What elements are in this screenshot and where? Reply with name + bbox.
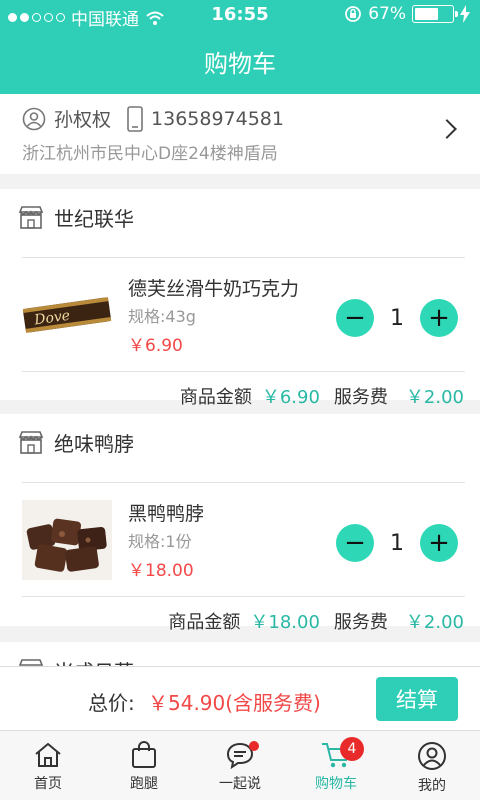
quantity-stepper: − 1 + [336,524,458,562]
product-price: ￥18.00 [128,561,194,581]
divider [22,482,465,483]
goods-amount-label: 商品金额 [179,387,252,408]
notification-dot [249,741,259,751]
cart-count-badge: 4 [340,737,364,761]
divider [22,371,465,372]
chevron-right-icon[interactable] [437,119,457,139]
service-fee-label: 服务费 [333,612,388,633]
quantity-stepper: − 1 + [336,299,458,337]
store-icon [18,658,44,666]
tab-bar: 首页 跑腿 一起说 4 购物车 我的 [0,730,480,800]
product-spec: 规格:43g [128,307,196,326]
store-icon [18,205,44,229]
battery-percent: 67% [368,4,406,24]
divider [22,257,465,258]
phone-icon [127,105,143,132]
goods-amount: ￥6.90 [261,387,320,408]
tab-errand[interactable]: 跑腿 [96,731,192,800]
tab-profile[interactable]: 我的 [384,731,480,800]
shop-name: 世纪联华 [54,207,134,231]
increase-button[interactable]: + [420,524,458,562]
product-image[interactable] [22,500,112,580]
checkout-bar: 总价: ￥54.90(含服务费) 结算 [0,666,480,730]
product-price: ￥6.90 [128,336,183,356]
status-bar: 中国联通 16:55 67% [0,0,480,30]
checkout-button[interactable]: 结算 [376,677,458,721]
tab-label: 跑腿 [130,776,158,792]
total-label: 总价: [88,691,135,715]
total-amount: ￥54.90(含服务费) [148,691,321,715]
service-fee: ￥2.00 [405,387,464,408]
store-icon [18,430,44,454]
user-icon [22,107,46,130]
tab-home[interactable]: 首页 [0,731,96,800]
shop-card: 世纪联华 Dove 德芙丝滑牛奶巧克力 规格:43g ￥6.90 − 1 + 商… [0,189,480,408]
page-title: 购物车 [204,50,276,78]
increase-button[interactable]: + [420,299,458,337]
tab-chat[interactable]: 一起说 [192,731,288,800]
shop-name: 米成日草 [54,656,134,666]
service-fee: ￥2.00 [405,612,464,633]
product-name[interactable]: 黑鸭鸭脖 [128,499,204,526]
charging-icon [460,5,470,23]
tab-label: 我的 [418,778,446,794]
home-icon [35,742,61,767]
quantity-value: 1 [390,305,404,331]
recipient-name: 孙权权 [54,109,112,131]
goods-amount-label: 商品金额 [168,612,241,633]
product-image[interactable]: Dove [22,275,112,355]
product-spec: 规格:1份 [128,532,192,551]
tab-label: 购物车 [315,776,357,792]
service-fee-label: 服务费 [333,387,388,408]
shop-card: 绝味鸭脖 黑鸭鸭脖 规格:1份 ￥18.00 − 1 + 商品金额 ￥18.00… [0,414,480,633]
recipient-phone: 13658974581 [151,107,284,130]
decrease-button[interactable]: − [336,524,374,562]
battery-icon [412,5,458,23]
goods-amount: ￥18.00 [250,612,320,633]
tab-cart[interactable]: 4 购物车 [288,731,384,800]
address-card[interactable]: 孙权权 13658974581 浙江杭州市民中心D座24楼神盾局 [0,94,480,174]
divider [22,596,465,597]
top-bar: 中国联通 16:55 67% 购物车 [0,0,480,94]
tab-label: 首页 [34,776,62,792]
shop-name: 绝味鸭脖 [54,432,134,456]
shop-card: 米成日草 [0,642,480,666]
bag-icon [132,741,156,768]
tab-label: 一起说 [219,776,261,792]
quantity-value: 1 [390,530,404,556]
decrease-button[interactable]: − [336,299,374,337]
product-name[interactable]: 德芙丝滑牛奶巧克力 [128,274,299,301]
rotation-lock-icon [345,6,362,22]
user-icon [418,742,446,770]
recipient-address: 浙江杭州市民中心D座24楼神盾局 [22,144,278,164]
